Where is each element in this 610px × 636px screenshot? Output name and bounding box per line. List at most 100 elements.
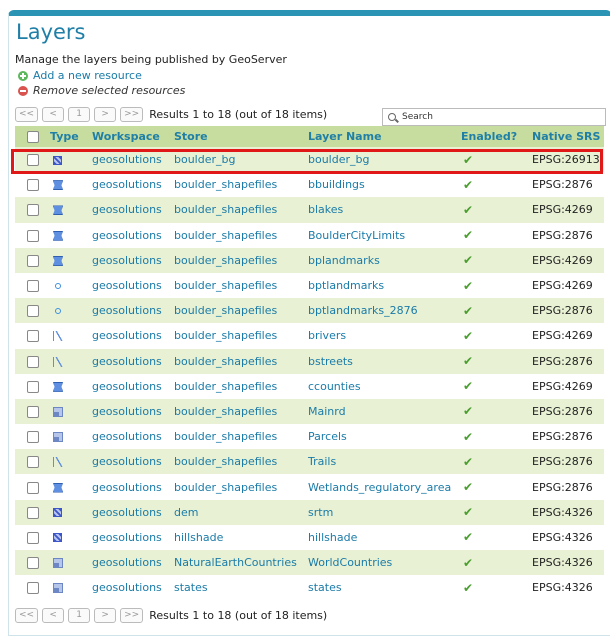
header-native-srs[interactable]: Native SRS	[532, 126, 604, 147]
table-row[interactable]: geosolutions boulder_shapefiles Mainrd ✔ EPS…	[15, 398, 604, 425]
table-row[interactable]: geosolutions boulder_shapefiles blakes ✔ EPS…	[15, 197, 604, 223]
last-page-button[interactable]: >>	[120, 107, 144, 122]
layer-name-link[interactable]: bptlandmarks	[308, 273, 461, 298]
header-store[interactable]: Store	[174, 126, 308, 147]
row-checkbox[interactable]	[26, 481, 39, 494]
table-row[interactable]: geosolutions boulder_shapefiles ccounties ✔…	[15, 374, 604, 399]
workspace-link[interactable]: geosolutions	[92, 348, 174, 374]
page-number-button[interactable]: 1	[68, 107, 91, 122]
store-link[interactable]: boulder_shapefiles	[174, 197, 308, 223]
workspace-link[interactable]: geosolutions	[92, 424, 174, 449]
select-all-checkbox[interactable]	[26, 131, 39, 143]
store-link[interactable]: boulder_shapefiles	[174, 323, 308, 348]
row-select-cell[interactable]	[15, 525, 50, 550]
row-checkbox[interactable]	[26, 330, 39, 343]
row-checkbox[interactable]	[26, 254, 39, 267]
table-row[interactable]: geosolutions states states ✔ EPSG:4326	[15, 575, 604, 600]
layer-name-link[interactable]: WorldCountries	[308, 550, 461, 576]
header-workspace[interactable]: Workspace	[92, 126, 174, 147]
store-link[interactable]: boulder_shapefiles	[174, 273, 308, 298]
row-select-cell[interactable]	[15, 247, 50, 273]
table-row[interactable]: geosolutions boulder_shapefiles bptlandmar…	[15, 298, 604, 324]
workspace-link[interactable]: geosolutions	[92, 449, 174, 475]
workspace-link[interactable]: geosolutions	[92, 273, 174, 298]
row-checkbox[interactable]	[26, 582, 39, 595]
layer-name-link[interactable]: Mainrd	[308, 398, 461, 425]
row-checkbox[interactable]	[26, 280, 39, 293]
row-select-cell[interactable]	[15, 374, 50, 399]
header-enabled[interactable]: Enabled?	[461, 126, 532, 147]
table-row[interactable]: geosolutions boulder_shapefiles bstreets ✔ E…	[15, 348, 604, 374]
workspace-link[interactable]: geosolutions	[92, 550, 174, 576]
workspace-link[interactable]: geosolutions	[92, 398, 174, 425]
next-page-button[interactable]: >	[94, 107, 117, 122]
add-resource-link[interactable]: Add a new resource	[33, 69, 142, 82]
layer-name-link[interactable]: srtm	[308, 499, 461, 525]
add-resource-action[interactable]: Add a new resource	[18, 69, 142, 82]
row-select-cell[interactable]	[15, 323, 50, 348]
workspace-link[interactable]: geosolutions	[92, 197, 174, 223]
store-link[interactable]: states	[174, 575, 308, 600]
workspace-link[interactable]: geosolutions	[92, 298, 174, 324]
workspace-link[interactable]: geosolutions	[92, 247, 174, 273]
first-page-button[interactable]: <<	[15, 608, 39, 623]
store-link[interactable]: dem	[174, 499, 308, 525]
row-select-cell[interactable]	[15, 298, 50, 324]
store-link[interactable]: boulder_shapefiles	[174, 172, 308, 197]
store-link[interactable]: boulder_bg	[174, 147, 308, 173]
table-row[interactable]: geosolutions hillshade hillshade ✔ EPSG:4326	[15, 525, 604, 550]
layer-name-link[interactable]: states	[308, 575, 461, 600]
workspace-link[interactable]: geosolutions	[92, 223, 174, 248]
row-select-cell[interactable]	[15, 223, 50, 248]
table-row[interactable]: geosolutions boulder_shapefiles bptlandmar…	[15, 273, 604, 298]
first-page-button[interactable]: <<	[15, 107, 39, 122]
table-row[interactable]: geosolutions boulder_shapefiles brivers ✔ EP…	[15, 323, 604, 348]
row-select-cell[interactable]	[15, 474, 50, 499]
layer-name-link[interactable]: BoulderCityLimits	[308, 223, 461, 248]
row-checkbox[interactable]	[26, 557, 39, 570]
workspace-link[interactable]: geosolutions	[92, 323, 174, 348]
row-select-cell[interactable]	[15, 424, 50, 449]
table-row[interactable]: geosolutions boulder_shapefiles bplandmark…	[15, 247, 604, 273]
row-checkbox[interactable]	[26, 405, 39, 418]
prev-page-button[interactable]: <	[42, 107, 65, 122]
row-checkbox[interactable]	[26, 305, 39, 318]
search-input[interactable]: Search	[382, 108, 606, 126]
row-select-cell[interactable]	[15, 550, 50, 576]
store-link[interactable]: boulder_shapefiles	[174, 398, 308, 425]
workspace-link[interactable]: geosolutions	[92, 499, 174, 525]
table-row[interactable]: geosolutions NaturalEarthCountries WorldCo…	[15, 550, 604, 576]
layer-name-link[interactable]: brivers	[308, 323, 461, 348]
table-row[interactable]: geosolutions boulder_shapefiles Wetlands_r…	[15, 474, 604, 499]
layer-name-link[interactable]: bstreets	[308, 348, 461, 374]
store-link[interactable]: hillshade	[174, 525, 308, 550]
store-link[interactable]: boulder_shapefiles	[174, 374, 308, 399]
workspace-link[interactable]: geosolutions	[92, 525, 174, 550]
prev-page-button[interactable]: <	[42, 608, 65, 623]
row-select-cell[interactable]	[15, 273, 50, 298]
workspace-link[interactable]: geosolutions	[92, 172, 174, 197]
store-link[interactable]: boulder_shapefiles	[174, 474, 308, 499]
layer-name-link[interactable]: bptlandmarks_2876	[308, 298, 461, 324]
table-row[interactable]: geosolutions boulder_shapefiles Parcels ✔ EP…	[15, 424, 604, 449]
row-checkbox[interactable]	[26, 456, 39, 469]
row-checkbox[interactable]	[26, 204, 39, 217]
store-link[interactable]: boulder_shapefiles	[174, 424, 308, 449]
row-select-cell[interactable]	[15, 449, 50, 475]
store-link[interactable]: NaturalEarthCountries	[174, 550, 308, 576]
next-page-button[interactable]: >	[94, 608, 117, 623]
store-link[interactable]: boulder_shapefiles	[174, 223, 308, 248]
store-link[interactable]: boulder_shapefiles	[174, 298, 308, 324]
layer-name-link[interactable]: boulder_bg	[308, 147, 461, 173]
row-checkbox[interactable]	[26, 229, 39, 242]
table-row[interactable]: geosolutions boulder_shapefiles BoulderCit…	[15, 223, 604, 248]
store-link[interactable]: boulder_shapefiles	[174, 348, 308, 374]
workspace-link[interactable]: geosolutions	[92, 474, 174, 499]
layer-name-link[interactable]: Parcels	[308, 424, 461, 449]
row-checkbox[interactable]	[26, 506, 39, 519]
row-select-cell[interactable]	[15, 398, 50, 425]
layer-name-link[interactable]: bplandmarks	[308, 247, 461, 273]
row-select-cell[interactable]	[15, 348, 50, 374]
store-link[interactable]: boulder_shapefiles	[174, 247, 308, 273]
row-checkbox[interactable]	[26, 380, 39, 393]
